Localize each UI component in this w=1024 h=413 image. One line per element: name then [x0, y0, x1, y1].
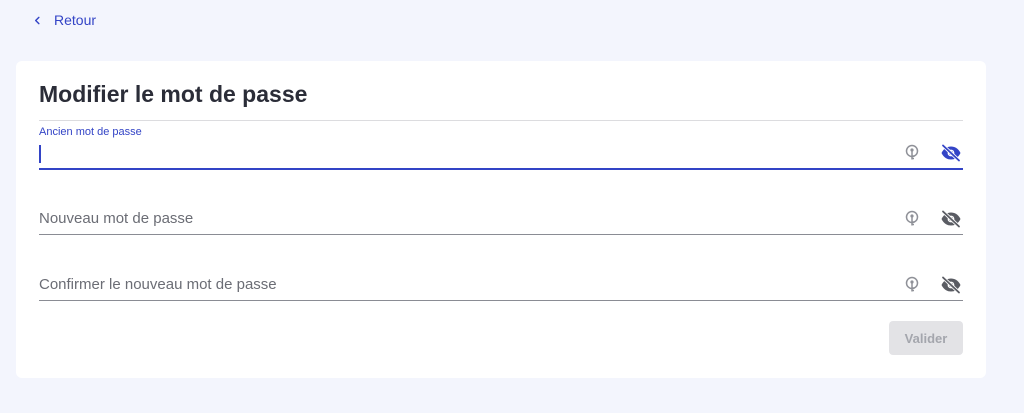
- text-caret: [39, 145, 41, 163]
- confirm-password-field[interactable]: Confirmer le nouveau mot de passe: [39, 267, 963, 302]
- back-link[interactable]: Retour: [33, 12, 96, 28]
- confirm-password-underline: [39, 300, 963, 301]
- new-password-underline: [39, 234, 963, 235]
- eye-off-icon[interactable]: [939, 208, 963, 230]
- page-title: Modifier le mot de passe: [39, 81, 308, 107]
- old-password-underline: [39, 168, 963, 170]
- key-icon[interactable]: [900, 142, 924, 164]
- eye-off-icon[interactable]: [939, 274, 963, 296]
- eye-off-icon[interactable]: [939, 142, 963, 164]
- change-password-card: Modifier le mot de passe Ancien mot de p…: [16, 61, 986, 378]
- submit-button[interactable]: Valider: [889, 321, 963, 355]
- title-divider: [39, 120, 963, 121]
- new-password-field[interactable]: Nouveau mot de passe: [39, 201, 963, 236]
- old-password-field[interactable]: Ancien mot de passe: [39, 126, 963, 170]
- chevron-left-icon: [34, 16, 40, 24]
- confirm-password-placeholder: Confirmer le nouveau mot de passe: [39, 276, 277, 293]
- key-icon[interactable]: [900, 274, 924, 296]
- key-icon[interactable]: [900, 208, 924, 230]
- old-password-label: Ancien mot de passe: [39, 126, 142, 138]
- new-password-placeholder: Nouveau mot de passe: [39, 210, 194, 227]
- back-link-label: Retour: [54, 12, 97, 28]
